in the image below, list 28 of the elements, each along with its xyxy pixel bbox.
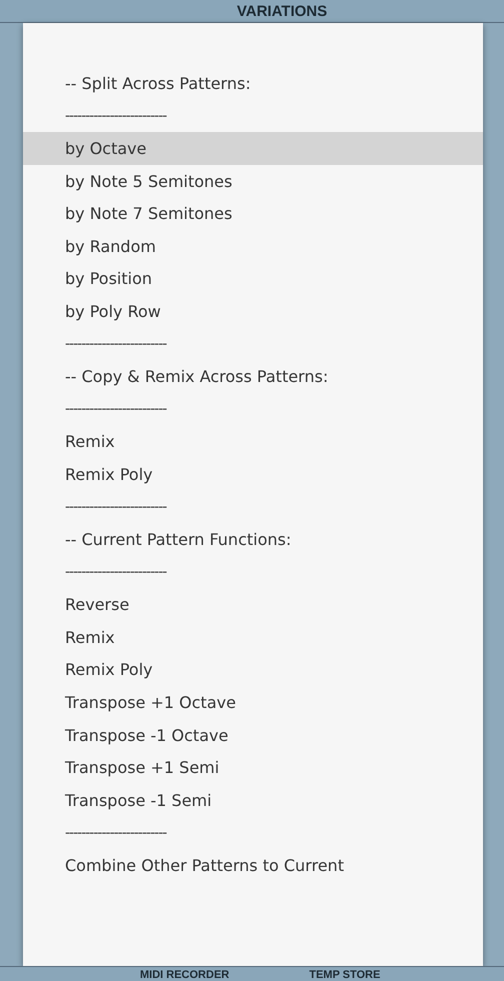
menu-separator: ------------------------- bbox=[65, 401, 166, 418]
panel-title: VARIATIONS bbox=[236, 2, 328, 20]
menu-separator: ------------------------- bbox=[65, 336, 166, 352]
menu-item[interactable]: Transpose +1 Semi bbox=[23, 751, 483, 784]
menu-item[interactable]: by Note 7 Semitones bbox=[23, 197, 483, 230]
menu-item[interactable]: by Random bbox=[23, 230, 483, 263]
menu-item[interactable]: Transpose -1 Octave bbox=[23, 718, 483, 752]
menu-item[interactable]: by Poly Row bbox=[23, 295, 483, 328]
menu-separator: ------------------------- bbox=[65, 499, 166, 516]
menu-item[interactable]: Combine Other Patterns to Current bbox=[23, 849, 483, 882]
menu-separator: ------------------------- bbox=[65, 824, 166, 841]
menu-item[interactable]: Transpose -1 Semi bbox=[23, 784, 483, 817]
menu-item[interactable]: Transpose +1 Octave bbox=[23, 686, 483, 719]
panel-title: MIDI RECORDER bbox=[140, 969, 230, 981]
menu-item[interactable]: by Position bbox=[23, 262, 483, 296]
menu-item[interactable]: by Octave bbox=[23, 132, 483, 165]
menu-item[interactable]: Reverse bbox=[23, 588, 483, 622]
menu-item[interactable]: Remix Poly bbox=[23, 458, 483, 491]
menu-section-heading: -- Copy & Remix Across Patterns: bbox=[64, 366, 330, 388]
menu-item[interactable]: Remix bbox=[23, 621, 483, 654]
menu-section-heading: -- Current Pattern Functions: bbox=[64, 529, 292, 552]
panel-title: TEMP STORE bbox=[309, 969, 380, 981]
menu-separator: ------------------------- bbox=[65, 564, 166, 580]
menu-separator: ------------------------- bbox=[65, 108, 166, 124]
menu-item[interactable]: Remix Poly bbox=[23, 654, 483, 686]
menu-item[interactable]: by Note 5 Semitones bbox=[23, 164, 483, 198]
menu-item[interactable]: Remix bbox=[23, 426, 483, 458]
menu-section-heading: -- Split Across Patterns: bbox=[64, 72, 252, 95]
